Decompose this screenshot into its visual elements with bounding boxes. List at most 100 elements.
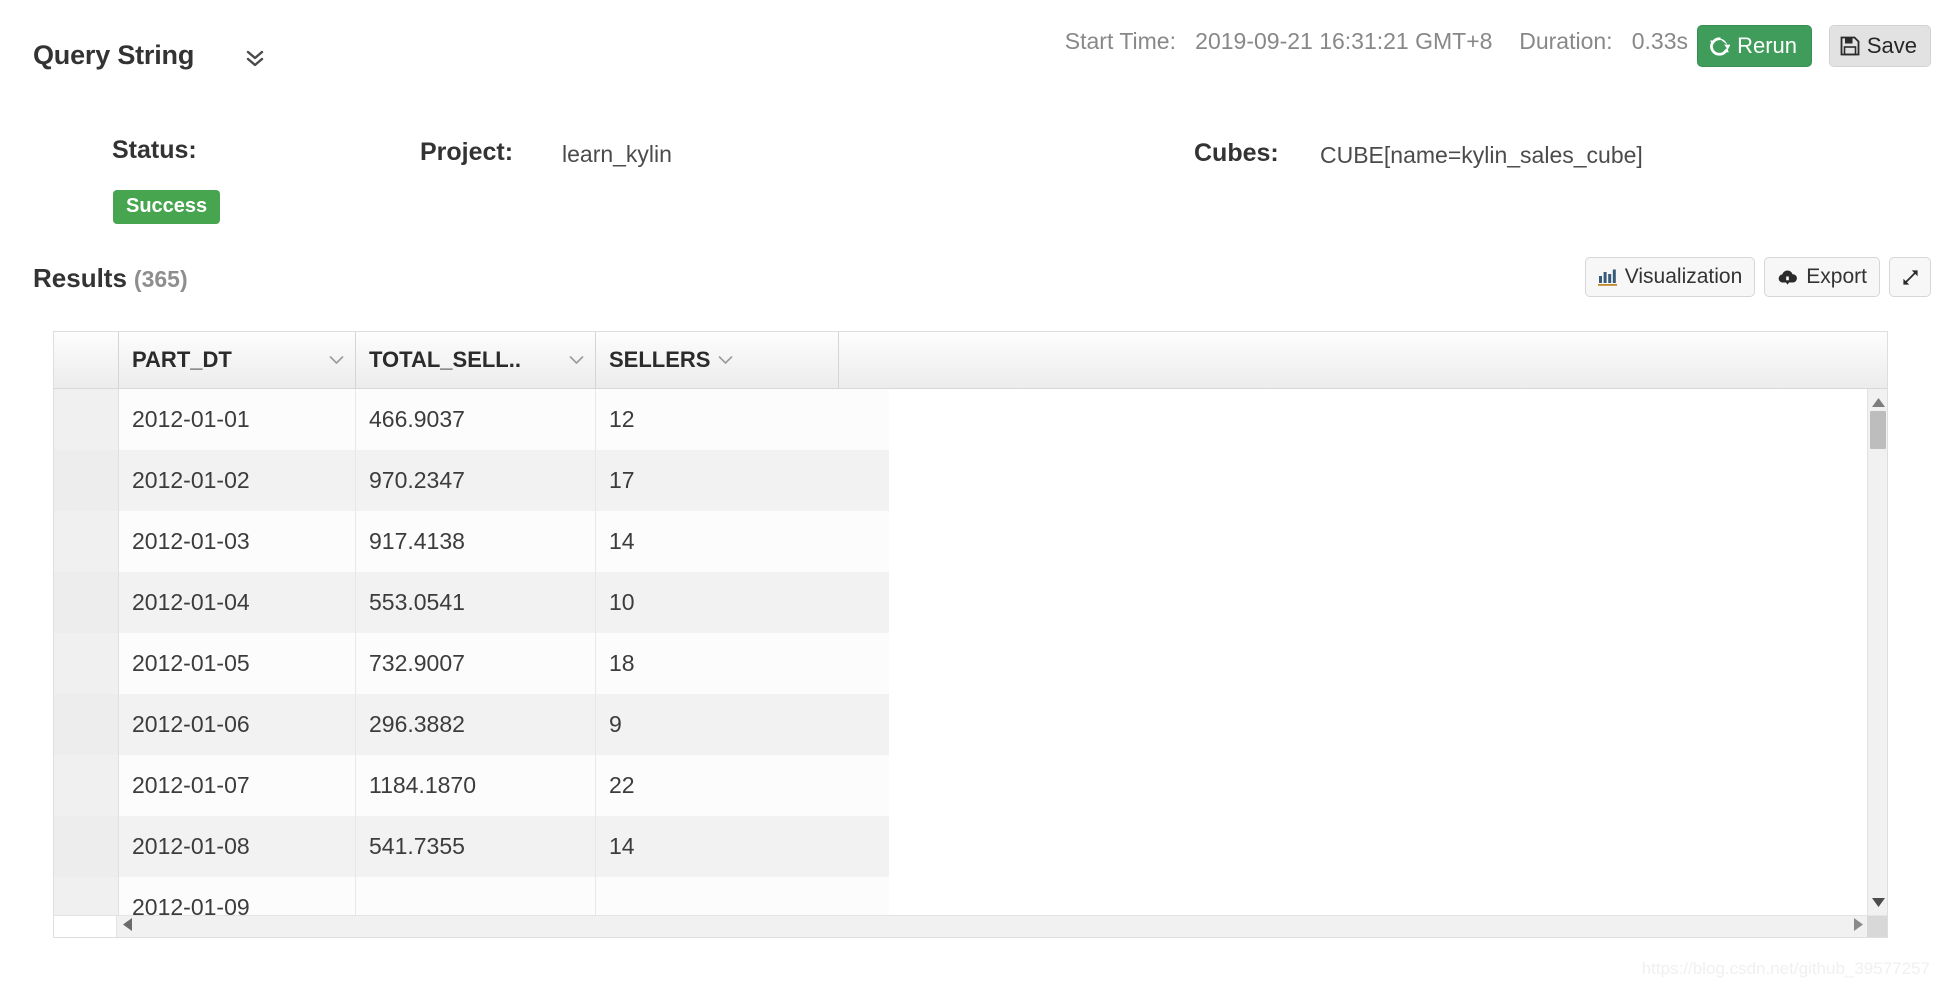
rerun-button[interactable]: Rerun <box>1697 25 1812 67</box>
cell-part-dt: 2012-01-04 <box>119 572 356 633</box>
row-gutter <box>54 633 119 694</box>
column-header-total-sell-label: TOTAL_SELL.. <box>369 347 521 372</box>
chevron-double-down-icon[interactable] <box>244 46 266 70</box>
table-row[interactable]: 2012-01-01 466.9037 12 <box>54 389 889 450</box>
scroll-down-arrow-icon[interactable] <box>1872 894 1885 912</box>
grid-header-row: PART_DT TOTAL_SELL.. SELLERS <box>54 332 1887 389</box>
cubes-label: Cubes: <box>1194 139 1279 167</box>
vertical-scrollbar[interactable] <box>1867 389 1887 917</box>
status-badge: Success <box>113 190 221 224</box>
results-title: Results (365) <box>33 263 188 294</box>
grid-header-gutter <box>54 332 119 388</box>
results-count: (365) <box>133 266 188 292</box>
cell-total-sell: 466.9037 <box>356 389 596 450</box>
scroll-left-arrow-icon[interactable] <box>123 917 132 936</box>
column-header-sellers[interactable]: SELLERS <box>596 332 839 388</box>
query-toolbar: Query String Start Time: 2019-09-21 16:3… <box>0 0 1940 88</box>
cell-total-sell: 296.3882 <box>356 694 596 755</box>
cell-sellers: 22 <box>609 772 635 798</box>
column-header-sellers-label: SELLERS <box>609 347 711 372</box>
refresh-icon <box>1709 36 1731 57</box>
horizontal-scrollbar-gutter <box>54 916 117 937</box>
project-label: Project: <box>420 138 514 166</box>
table-row[interactable]: 2012-01-06 296.3882 9 <box>54 694 889 755</box>
column-header-part-dt[interactable]: PART_DT <box>119 332 356 388</box>
cell-total-sell: 541.7355 <box>356 816 596 877</box>
horizontal-scrollbar[interactable] <box>54 915 1887 937</box>
vertical-scrollbar-thumb[interactable] <box>1870 411 1886 449</box>
table-row[interactable]: 2012-01-04 553.0541 10 <box>54 572 889 633</box>
results-actions: Visualization Export <box>1584 257 1931 297</box>
cubes-value: CUBE[name=kylin_sales_cube] <box>1320 142 1643 168</box>
table-row[interactable]: 2012-01-08 541.7355 14 <box>54 816 889 877</box>
horizontal-scrollbar-thumb[interactable] <box>1867 916 1887 937</box>
export-button[interactable]: Export <box>1764 257 1880 297</box>
query-result-panel: Query String Start Time: 2019-09-21 16:3… <box>0 0 1940 986</box>
table-row[interactable]: 2012-01-02 970.2347 17 <box>54 450 889 511</box>
row-gutter <box>54 694 119 755</box>
project-value: learn_kylin <box>562 141 672 167</box>
cell-total-sell: 553.0541 <box>356 572 596 633</box>
bar-chart-icon <box>1597 268 1617 286</box>
cell-part-dt: 2012-01-02 <box>119 450 356 511</box>
scroll-up-arrow-icon[interactable] <box>1872 394 1885 412</box>
cell-sellers <box>596 877 839 917</box>
rerun-button-label: Rerun <box>1737 33 1797 58</box>
cell-sellers: 14 <box>609 833 635 859</box>
cell-part-dt: 2012-01-07 <box>119 755 356 816</box>
chevron-down-icon <box>329 355 344 365</box>
query-meta-info: Start Time: 2019-09-21 16:31:21 GMT+8 Du… <box>1065 28 1688 55</box>
row-gutter <box>54 511 119 572</box>
visualization-button[interactable]: Visualization <box>1584 257 1756 297</box>
cell-part-dt: 2012-01-03 <box>119 511 356 572</box>
duration-value: 0.33s <box>1631 28 1688 54</box>
export-button-label: Export <box>1806 265 1867 288</box>
cell-sellers: 14 <box>609 528 635 554</box>
table-row[interactable]: 2012-01-05 732.9007 18 <box>54 633 889 694</box>
start-time-value: 2019-09-21 16:31:21 GMT+8 <box>1195 28 1493 54</box>
cell-total-sell <box>356 877 596 917</box>
grid-body: 2012-01-01 466.9037 12 2012-01-02 970.2347 17… <box>54 389 1869 917</box>
save-button-label: Save <box>1866 33 1917 58</box>
scroll-right-arrow-icon[interactable] <box>1854 917 1863 936</box>
cell-sellers: 10 <box>609 589 635 615</box>
cell-sellers: 12 <box>609 406 635 432</box>
row-gutter <box>54 572 119 633</box>
results-title-text: Results <box>33 263 127 293</box>
column-header-total-sell[interactable]: TOTAL_SELL.. <box>356 332 596 388</box>
chevron-down-icon <box>718 355 733 365</box>
cell-sellers: 18 <box>609 650 635 676</box>
cell-part-dt: 2012-01-05 <box>119 633 356 694</box>
row-gutter <box>54 816 119 877</box>
row-gutter <box>54 755 119 816</box>
cell-part-dt: 2012-01-01 <box>119 389 356 450</box>
cell-sellers: 9 <box>609 711 622 737</box>
grid-header-filler <box>839 332 1887 388</box>
table-row[interactable]: 2012-01-07 1184.1870 22 <box>54 755 889 816</box>
cell-part-dt: 2012-01-09 <box>119 877 356 917</box>
floppy-disk-icon <box>1840 36 1860 56</box>
watermark: https://blog.csdn.net/github_39577257 <box>1641 959 1930 978</box>
save-button[interactable]: Save <box>1828 25 1931 67</box>
cell-part-dt: 2012-01-08 <box>119 816 356 877</box>
column-header-part-dt-label: PART_DT <box>132 347 232 372</box>
cell-total-sell: 970.2347 <box>356 450 596 511</box>
chevron-down-icon <box>569 355 584 365</box>
row-gutter <box>54 389 119 450</box>
cell-total-sell: 917.4138 <box>356 511 596 572</box>
expand-arrows-icon <box>1901 268 1920 287</box>
cell-total-sell: 1184.1870 <box>356 755 596 816</box>
expand-button[interactable] <box>1889 257 1931 297</box>
cell-part-dt: 2012-01-06 <box>119 694 356 755</box>
table-row[interactable]: 2012-01-03 917.4138 14 <box>54 511 889 572</box>
visualization-button-label: Visualization <box>1624 265 1743 288</box>
row-gutter <box>54 450 119 511</box>
table-row[interactable]: 2012-01-09 <box>54 877 889 917</box>
row-gutter <box>54 877 119 917</box>
cloud-download-icon <box>1777 268 1798 286</box>
results-grid: PART_DT TOTAL_SELL.. SELLERS 2012-01-01 … <box>53 331 1888 938</box>
cell-sellers: 17 <box>609 467 635 493</box>
duration-label: Duration: <box>1519 28 1613 54</box>
query-string-title: Query String <box>33 40 195 70</box>
status-label: Status: <box>112 136 197 164</box>
